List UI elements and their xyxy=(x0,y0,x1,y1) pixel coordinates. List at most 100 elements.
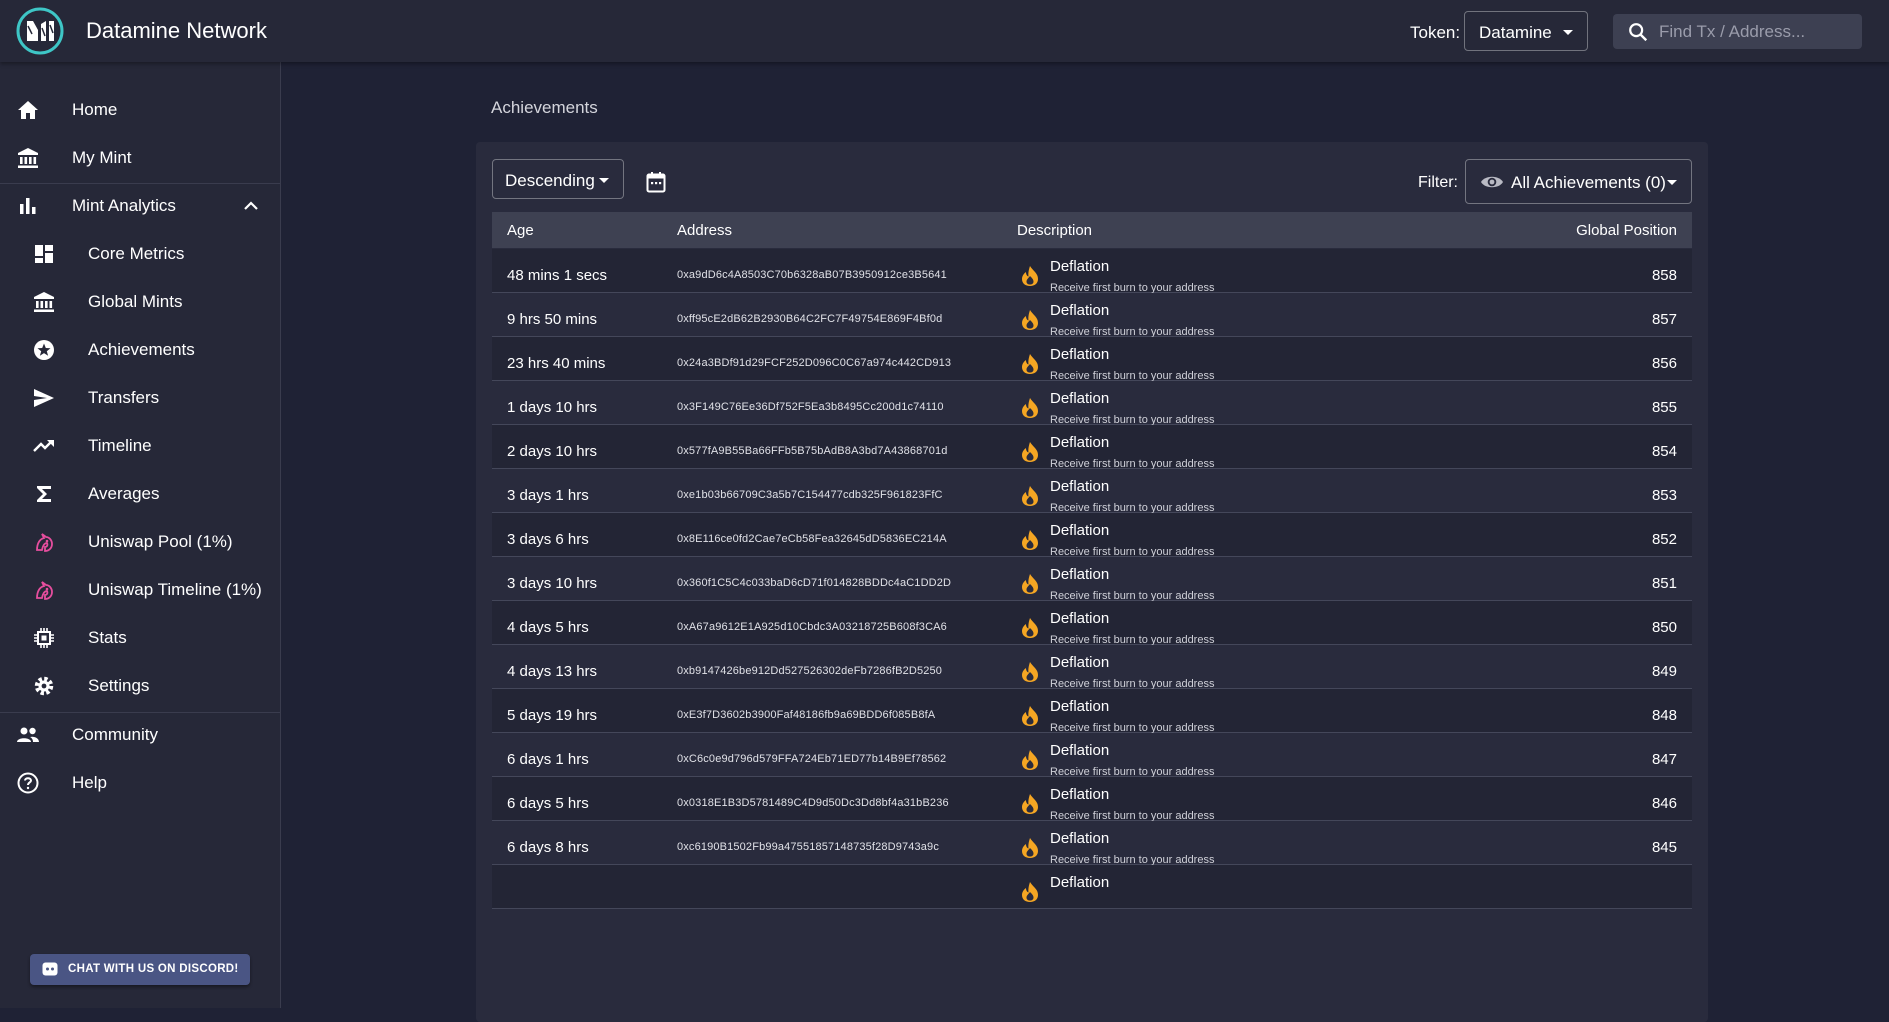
column-header-age[interactable]: Age xyxy=(507,222,534,239)
chevron-up-icon[interactable] xyxy=(244,201,258,211)
table-row[interactable]: 6 days 1 hrs 0xC6c0e9d796d579FFA724Eb71ED… xyxy=(492,733,1692,778)
column-header-global-position[interactable]: Global Position xyxy=(1576,222,1677,239)
table-row[interactable]: 5 days 19 hrs 0xE3f7D3602b3900Faf48186fb9… xyxy=(492,689,1692,734)
bank-icon xyxy=(32,290,56,314)
filter-value: All Achievements (0) xyxy=(1511,173,1666,192)
sort-order-select[interactable]: Descending xyxy=(492,159,624,199)
row-achievement-title: Deflation xyxy=(1050,258,1110,275)
datamine-logo-icon[interactable] xyxy=(14,6,70,56)
table-row[interactable]: 6 days 5 hrs 0x0318E1B3D5781489C4D9d50Dc3… xyxy=(492,777,1692,822)
row-address-link[interactable]: 0x8E116ce0fd2Cae7eCb58Fea32645dD5836EC21… xyxy=(677,533,947,545)
sidebar-item-global-mints[interactable]: Global Mints xyxy=(0,282,280,322)
table-row[interactable]: 3 days 6 hrs 0x8E116ce0fd2Cae7eCb58Fea326… xyxy=(492,513,1692,558)
sidebar-item-achievements[interactable]: Achievements xyxy=(0,330,280,370)
row-address-link[interactable]: 0xE3f7D3602b3900Faf48186fb9a69BDD6f085B8… xyxy=(677,709,935,721)
send-icon xyxy=(32,386,56,410)
sidebar-item-label: Settings xyxy=(88,676,150,695)
sidebar-item-settings[interactable]: Settings xyxy=(0,666,280,706)
row-achievement-title: Deflation xyxy=(1050,874,1110,891)
sidebar-item-community[interactable]: Community xyxy=(0,715,280,755)
sidebar-item-label: Community xyxy=(72,725,158,744)
row-address-link[interactable]: 0xA67a9612E1A925d10Cbdc3A03218725B608f3C… xyxy=(677,621,947,633)
sidebar-item-stats[interactable]: Stats xyxy=(0,618,280,658)
row-achievement-title: Deflation xyxy=(1050,302,1110,319)
fire-icon xyxy=(1020,485,1040,507)
sidebar-item-core-metrics[interactable]: Core Metrics xyxy=(0,234,280,274)
row-global-position: 857 xyxy=(1651,311,1677,328)
row-age: 9 hrs 50 mins xyxy=(507,311,598,328)
table-row[interactable]: 23 hrs 40 mins 0x24a3BDf91d29FCF252D096C0… xyxy=(492,337,1692,382)
sidebar-item-averages[interactable]: Averages xyxy=(0,474,280,514)
page-title: Achievements xyxy=(491,98,598,117)
sigma-icon xyxy=(32,482,56,506)
table-row[interactable]: 48 mins 1 secs 0xa9dD6c4A8503C70b6328aB07… xyxy=(492,249,1692,294)
gear-icon xyxy=(32,674,56,698)
row-address-link[interactable]: 0xe1b03b66709C3a5b7C154477cdb325F961823F… xyxy=(677,489,943,501)
sidebar-item-label: My Mint xyxy=(72,148,132,167)
table-row[interactable]: 4 days 13 hrs 0xb9147426be912Dd527526302d… xyxy=(492,645,1692,690)
table-row[interactable]: 2 days 10 hrs 0x577fA9B55Ba66FFb5B75bAdB8… xyxy=(492,425,1692,470)
sidebar-item-mint-analytics[interactable]: Mint Analytics xyxy=(0,186,280,226)
achievement-filter-select[interactable]: All Achievements (0) xyxy=(1465,159,1692,204)
row-achievement-title: Deflation xyxy=(1050,654,1110,671)
row-achievement-title: Deflation xyxy=(1050,478,1110,495)
row-age: 1 days 10 hrs xyxy=(507,399,598,416)
people-icon xyxy=(16,723,40,747)
table-row[interactable]: 3 days 1 hrs 0xe1b03b66709C3a5b7C154477cd… xyxy=(492,469,1692,514)
sidebar-item-help[interactable]: Help xyxy=(0,763,280,803)
row-achievement-title: Deflation xyxy=(1050,610,1110,627)
row-age: 48 mins 1 secs xyxy=(507,267,608,284)
search-input[interactable] xyxy=(1659,14,1854,49)
sidebar-item-home[interactable]: Home xyxy=(0,90,280,130)
sidebar-item-my-mint[interactable]: My Mint xyxy=(0,138,280,178)
calendar-icon[interactable] xyxy=(646,171,666,193)
row-address-link[interactable]: 0xC6c0e9d796d579FFA724Eb71ED77b14B9Ef785… xyxy=(677,753,946,765)
row-age: 2 days 10 hrs xyxy=(507,443,598,460)
search-box[interactable] xyxy=(1613,14,1862,49)
column-header-description[interactable]: Description xyxy=(1017,222,1092,239)
table-row[interactable]: Deflation xyxy=(492,865,1692,909)
row-global-position: 845 xyxy=(1651,839,1677,856)
table-row[interactable]: 3 days 10 hrs 0x360f1C5C4c033baD6cD71f014… xyxy=(492,557,1692,602)
row-address-link[interactable]: 0x24a3BDf91d29FCF252D096C0C67a974c442CD9… xyxy=(677,357,951,369)
unicorn-icon xyxy=(32,578,56,602)
row-address-link[interactable]: 0xb9147426be912Dd527526302deFb7286fB2D52… xyxy=(677,665,942,677)
token-select[interactable]: Datamine xyxy=(1464,11,1588,51)
row-address-link[interactable]: 0x0318E1B3D5781489C4D9d50Dc3Dd8bf4a31bB2… xyxy=(677,797,949,809)
discord-icon xyxy=(42,962,58,976)
sidebar-item-label: Achievements xyxy=(88,340,195,359)
table-row[interactable]: 9 hrs 50 mins 0xff95cE2dB62B2930B64C2FC7F… xyxy=(492,293,1692,338)
row-address-link[interactable]: 0x360f1C5C4c033baD6cD71f014828BDDc4aC1DD… xyxy=(677,577,951,589)
sidebar-item-transfers[interactable]: Transfers xyxy=(0,378,280,418)
table-row[interactable]: 6 days 8 hrs 0xc6190B1502Fb99a47551857148… xyxy=(492,821,1692,866)
row-address-link[interactable]: 0xc6190B1502Fb99a47551857148735f28D9743a… xyxy=(677,841,939,853)
row-global-position: 847 xyxy=(1651,751,1677,768)
app-title[interactable]: Datamine Network xyxy=(86,18,267,44)
column-header-address[interactable]: Address xyxy=(677,222,732,239)
fire-icon xyxy=(1020,617,1040,639)
row-achievement-title: Deflation xyxy=(1050,830,1110,847)
row-address-link[interactable]: 0x577fA9B55Ba66FFb5B75bAdB8A3bd7A4386870… xyxy=(677,445,948,457)
sidebar-item-timeline[interactable]: Timeline xyxy=(0,426,280,466)
row-global-position: 852 xyxy=(1651,531,1677,548)
row-global-position: 846 xyxy=(1651,795,1677,812)
row-address-link[interactable]: 0xff95cE2dB62B2930B64C2FC7F49754E869F4Bf… xyxy=(677,313,942,325)
row-address-link[interactable]: 0xa9dD6c4A8503C70b6328aB07B3950912ce3B56… xyxy=(677,269,947,281)
fire-icon xyxy=(1020,529,1040,551)
sort-order-value: Descending xyxy=(505,171,595,190)
table-row[interactable]: 1 days 10 hrs 0x3F149C76Ee36Df752F5Ea3b84… xyxy=(492,381,1692,426)
row-age: 3 days 1 hrs xyxy=(507,487,589,504)
sidebar-item-label: Help xyxy=(72,773,107,792)
table-row[interactable]: 4 days 5 hrs 0xA67a9612E1A925d10Cbdc3A032… xyxy=(492,601,1692,646)
row-age: 4 days 13 hrs xyxy=(507,663,598,680)
discord-chat-button[interactable]: CHAT WITH US ON DISCORD! xyxy=(30,954,250,985)
chip-icon xyxy=(32,626,56,650)
sidebar-divider xyxy=(0,183,280,184)
row-address-link[interactable]: 0x3F149C76Ee36Df752F5Ea3b8495Cc200d1c741… xyxy=(677,401,944,413)
bar-chart-icon xyxy=(16,194,40,218)
sidebar-item-uniswap-timeline[interactable]: Uniswap Timeline (1%) xyxy=(0,570,280,610)
sidebar-item-uniswap-pool[interactable]: Uniswap Pool (1%) xyxy=(0,522,280,562)
fire-icon xyxy=(1020,441,1040,463)
sidebar-item-label: Home xyxy=(72,100,118,119)
row-global-position: 858 xyxy=(1651,267,1677,284)
